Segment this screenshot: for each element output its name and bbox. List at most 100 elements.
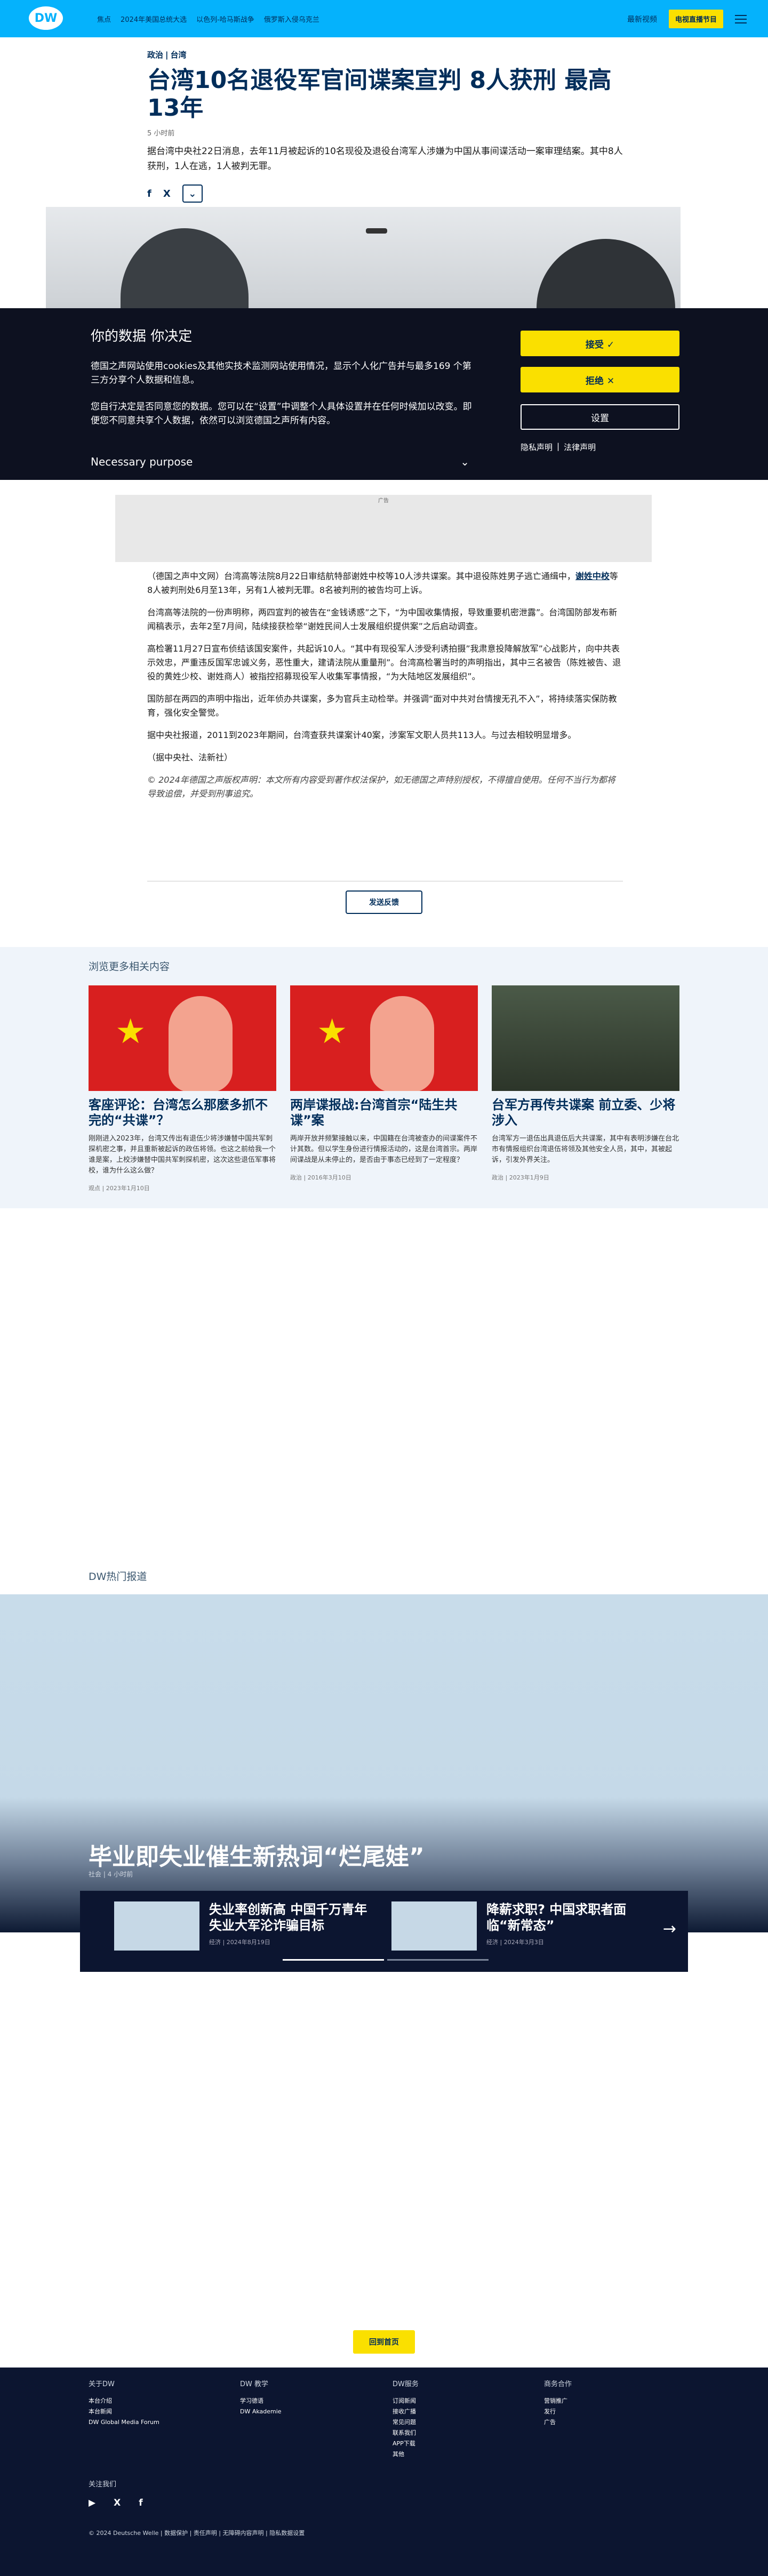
footer-column: DW服务 订阅新闻 接收广播 常见问题 联系我们 APP下载 其他 [393,2378,531,2460]
footer-heading: 关于DW [89,2380,115,2388]
footer-column: 商务合作 营销推广 发行 广告 [544,2378,683,2428]
headlines-link[interactable]: 最新视频 [627,14,657,25]
footer: 关于DW 本台介绍 本台新闻 DW Global Media Forum DW … [0,2368,768,2576]
timestamp: 5 小时前 [147,130,175,138]
top-right-controls: 最新视频 电视直播节目 [627,10,747,28]
footer-link[interactable]: 广告 [544,2417,683,2428]
card-image [492,985,679,1091]
cookie-text: 德国之声网站使用cookies及其他实技术监测网站使用情况，显示个人化广告并与最… [91,361,471,386]
card-meta: 观点 | 2023年1月10日 [89,1185,150,1192]
legal-link[interactable]: 法律声明 [564,442,596,453]
page-title: 台湾10名退役军官间谍案宣判 8人获刑 最高13年 [147,67,612,122]
ear-shape [370,996,434,1091]
related-card[interactable]: ★ 两岸谍报战:台湾首宗“陆生共谍”案 两岸开放并频繁接触以来，中国籍在台湾被查… [290,985,478,1182]
article-header: 政治 | 台湾 台湾10名退役军官间谍案宣判 8人获刑 最高13年 5 小时前 据台… [147,49,627,203]
footer-link[interactable]: 学习德语 [240,2396,379,2406]
menu-icon[interactable] [735,14,747,23]
footer-column: 关于DW 本台介绍 本台新闻 DW Global Media Forum [89,2378,227,2428]
hot-title[interactable]: 毕业即失业催生新热词“烂尾娃” [89,1837,425,1872]
top-bar: DW 焦点 2024年美国总统大选 以色列-哈马斯战争 俄罗斯入侵乌克兰 最新视… [0,0,768,37]
facebook-icon[interactable]: f [139,2498,142,2508]
feedback-button[interactable]: 发送反馈 [346,890,422,914]
paragraph: 据中央社报道，2011到2023年期间，台湾查获共谍案计40案，涉案军文职人员共… [147,730,577,740]
related-heading: 浏览更多相关内容 [89,961,170,973]
footer-copyright: © 2024 Deutsche Welle | 数据保护 | 责任声明 | 无障… [89,2530,305,2537]
slider-dot[interactable] [387,1959,489,1961]
necessary-purpose-toggle[interactable]: Necessary purpose ⌄ [91,455,469,468]
related-card[interactable]: ★ 客座评论：台湾怎么那麽多抓不完的“共谍”？ 刚刚进入2023年，台湾又传出有… [89,985,276,1192]
nav-item[interactable]: 2024年美国总统大选 [121,14,187,24]
star-icon: ★ [115,1012,146,1052]
paragraph: 高检署11月27日宣布侦结该国安案件，共起诉10人。“其中有现役军人涉受利诱拍摄… [147,644,621,681]
nav-item[interactable]: 俄罗斯入侵乌克兰 [264,14,319,24]
hot-meta: 社会 | 4 小时前 [89,1871,133,1878]
slide-item[interactable]: 失业率创新高 中国千万青年失业大军沦诈骗目标经济 | 2024年8月19日 [114,1901,380,1951]
paragraph: （德国之声中文网）台湾高等法院8月22日审结航特部谢姓中校等10人涉共谍案。其中… [147,569,623,597]
x-icon[interactable]: X [114,2498,121,2508]
reject-button[interactable]: 拒绝 ✕ [521,367,679,392]
youtube-icon[interactable]: ▶ [89,2498,95,2508]
footer-link[interactable]: 接收广播 [393,2406,531,2417]
slide-thumb [114,1901,199,1951]
hot-hero-image[interactable] [0,1594,768,1932]
footer-link[interactable]: 本台新闻 [89,2406,227,2417]
kicker-section[interactable]: 政治 [147,50,163,60]
footer-link[interactable]: DW Akademie [240,2406,379,2417]
nav-item[interactable]: 焦点 [97,14,111,24]
slide-meta: 经济 | 2024年3月3日 [486,1939,544,1946]
kicker-region[interactable]: 台湾 [171,50,187,60]
paragraph: 国防部在两四的声明中指出，近年侦办共谍案，多为官兵主动检举。并强调“面对中共对台… [147,694,617,718]
footer-link[interactable]: APP下载 [393,2438,531,2449]
article-body: （德国之声中文网）台湾高等法院8月22日审结航特部谢姓中校等10人涉共谍案。其中… [147,569,623,809]
card-title[interactable]: 客座评论：台湾怎么那麽多抓不完的“共谍”？ [89,1097,276,1128]
purpose-label: Necessary purpose [91,455,193,468]
cookie-links: 隐私声明 | 法律声明 [521,442,596,453]
x-icon[interactable]: X [163,188,171,199]
footer-link[interactable]: 联系我们 [393,2428,531,2438]
article-lead: 据台湾中央社22日消息，去年11月被起诉的10名现役及退役台湾军人涉嫌为中国从事… [147,146,623,172]
helicopter-shape [366,228,387,234]
inline-link[interactable]: 谢姓中校 [575,571,610,581]
paragraph: 台湾高等法院的一份声明称，两四宣判的被告在“金钱诱惑”之下，“为中国收集情报，导… [147,607,618,631]
footer-link[interactable]: 其他 [393,2449,531,2460]
live-tv-button[interactable]: 电视直播节目 [668,10,723,28]
text: （德国之声中文网）台湾高等法院8月22日审结航特部谢姓中校等10人涉共谍案。其中… [147,571,575,581]
card-desc: 刚刚进入2023年，台湾又传出有退伍少将涉嫌替中国共军刺探机密之事，并且重新被起… [89,1135,276,1175]
footer-column: DW 教学 学习德语 DW Akademie [240,2378,379,2417]
footer-link[interactable]: 营销推广 [544,2396,683,2406]
nav-item[interactable]: 以色列-哈马斯战争 [196,14,254,24]
back-to-home-button[interactable]: 回到首页 [353,2330,415,2354]
privacy-link[interactable]: 隐私声明 [521,442,553,453]
card-meta: 政治 | 2016年3月10日 [290,1174,351,1181]
slide-item[interactable]: 降薪求职? 中国求职者面临“新常态” 经济 | 2024年3月3日 [391,1901,657,1951]
footer-link[interactable]: 发行 [544,2406,683,2417]
copyright-text: © 2024年德国之声版权声明：本文所有内容受到著作权法保护，如无德国之声特别授… [147,775,615,799]
card-meta: 政治 | 2023年1月9日 [492,1174,549,1181]
chevron-down-icon: ⌄ [460,455,469,468]
card-title[interactable]: 台军方再传共谍案 前立委、少将涉入 [492,1097,679,1128]
star-icon: ★ [317,1012,348,1052]
footer-heading: DW 教学 [240,2380,268,2388]
accept-button[interactable]: 接受 ✓ [521,331,679,356]
arrow-right-icon[interactable]: → [663,1920,676,1938]
slide-thumb [391,1901,477,1951]
ear-shape [169,996,233,1091]
footer-link[interactable]: DW Global Media Forum [89,2417,227,2428]
footer-link[interactable]: 常见问题 [393,2417,531,2428]
slider-dot[interactable] [283,1959,384,1961]
footer-link[interactable]: 本台介绍 [89,2396,227,2406]
related-card[interactable]: 台军方再传共谍案 前立委、少将涉入 台湾军方一退伍出具退伍后大共谍案，其中有表明… [492,985,679,1182]
dw-logo[interactable]: DW [29,6,63,30]
top-nav: 焦点 2024年美国总统大选 以色列-哈马斯战争 俄罗斯入侵乌克兰 [97,14,319,24]
footer-link[interactable]: 订阅新闻 [393,2396,531,2406]
settings-button[interactable]: 设置 [521,404,679,430]
related-section: 浏览更多相关内容 ★ 客座评论：台湾怎么那麽多抓不完的“共谍”？ 刚刚进入202… [0,947,768,1208]
slide-title: 失业率创新高 中国千万青年失业大军沦诈骗目标 [209,1902,367,1933]
footer-heading: DW服务 [393,2380,419,2388]
facebook-icon[interactable]: f [147,188,151,199]
chevron-down-icon[interactable]: ⌄ [182,184,203,203]
social-links: ▶ X f [89,2498,143,2508]
card-title[interactable]: 两岸谍报战:台湾首宗“陆生共谍”案 [290,1097,478,1128]
footer-heading: 商务合作 [544,2380,572,2388]
slide-meta: 经济 | 2024年8月19日 [209,1939,270,1946]
